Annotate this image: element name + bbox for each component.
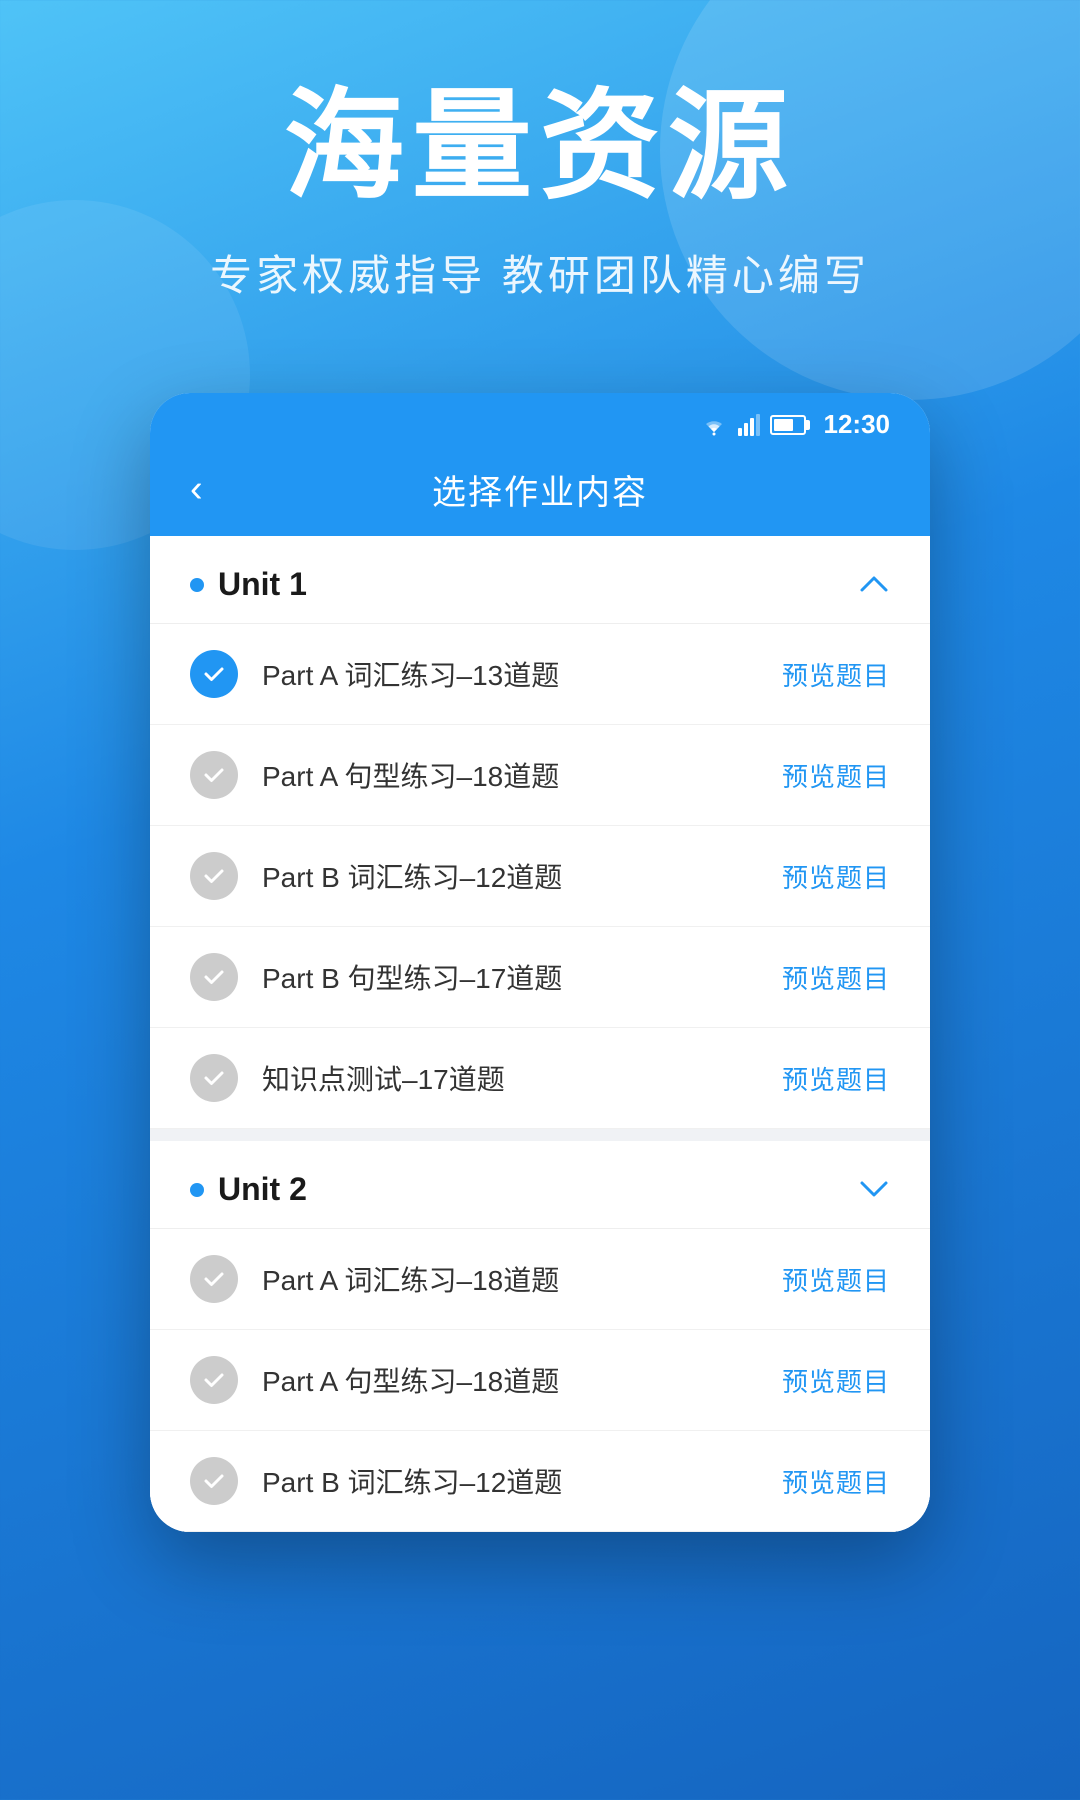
unit2-check-icon-2: [190, 1356, 238, 1404]
unit2-check-icon-1: [190, 1255, 238, 1303]
hero-title: 海量资源: [60, 80, 1020, 212]
unit2-check-icon-3: [190, 1457, 238, 1505]
nav-bar: ‹ 选择作业内容: [150, 450, 930, 536]
check-icon-3: [190, 852, 238, 900]
battery-icon: [770, 415, 806, 435]
wifi-icon: [700, 414, 728, 436]
unit2-item1-name: Part A 词汇练习–18道题: [262, 1259, 758, 1299]
status-time: 12:30: [824, 409, 891, 440]
unit1-item-1[interactable]: Part A 词汇练习–13道题 预览题目: [150, 624, 930, 725]
unit2-item-3[interactable]: Part B 词汇练习–12道题 预览题目: [150, 1431, 930, 1532]
nav-title: 选择作业内容: [432, 465, 648, 514]
content-area: Unit 1 Part A 词汇练习–13道题: [150, 536, 930, 1532]
unit2-item-1[interactable]: Part A 词汇练习–18道题 预览题目: [150, 1229, 930, 1330]
hero-section: 海量资源 专家权威指导 教研团队精心编写: [0, 0, 1080, 353]
unit2-expand-button[interactable]: [858, 1174, 890, 1206]
check-icon-5: [190, 1054, 238, 1102]
unit1-item-4[interactable]: Part B 句型练习–17道题 预览题目: [150, 927, 930, 1028]
unit1-collapse-button[interactable]: [858, 569, 890, 601]
unit2-header: Unit 2: [150, 1129, 930, 1229]
unit1-item3-name: Part B 词汇练习–12道题: [262, 856, 758, 896]
unit2-item1-preview[interactable]: 预览题目: [782, 1261, 890, 1298]
check-icon-2: [190, 751, 238, 799]
unit1-item5-name: 知识点测试–17道题: [262, 1058, 758, 1098]
unit1-item2-name: Part A 句型练习–18道题: [262, 755, 758, 795]
unit1-item4-name: Part B 句型练习–17道题: [262, 957, 758, 997]
unit1-item-3[interactable]: Part B 词汇练习–12道题 预览题目: [150, 826, 930, 927]
unit2-exercise-list: Part A 词汇练习–18道题 预览题目 Part A 句型练习–18道题 预…: [150, 1229, 930, 1532]
unit1-item1-name: Part A 词汇练习–13道题: [262, 654, 758, 694]
unit1-item-2[interactable]: Part A 句型练习–18道题 预览题目: [150, 725, 930, 826]
unit2-item2-name: Part A 句型练习–18道题: [262, 1360, 758, 1400]
hero-subtitle: 专家权威指导 教研团队精心编写: [60, 242, 1020, 303]
unit2-dot: [190, 1183, 204, 1197]
unit1-item4-preview[interactable]: 预览题目: [782, 959, 890, 996]
phone-mockup: 12:30 ‹ 选择作业内容 Unit 1: [150, 393, 930, 1532]
unit2-item3-preview[interactable]: 预览题目: [782, 1463, 890, 1500]
status-icons: [700, 414, 806, 436]
unit1-header: Unit 1: [150, 536, 930, 624]
unit2-item2-preview[interactable]: 预览题目: [782, 1362, 890, 1399]
unit1-label: Unit 1: [190, 566, 307, 603]
unit1-item1-preview[interactable]: 预览题目: [782, 656, 890, 693]
status-bar: 12:30: [150, 393, 930, 450]
unit2-label: Unit 2: [190, 1171, 307, 1208]
unit1-item-5[interactable]: 知识点测试–17道题 预览题目: [150, 1028, 930, 1129]
unit2-item3-name: Part B 词汇练习–12道题: [262, 1461, 758, 1501]
check-icon-1: [190, 650, 238, 698]
back-button[interactable]: ‹: [190, 470, 203, 508]
unit1-item2-preview[interactable]: 预览题目: [782, 757, 890, 794]
unit1-dot: [190, 578, 204, 592]
unit1-item5-preview[interactable]: 预览题目: [782, 1060, 890, 1097]
unit1-item3-preview[interactable]: 预览题目: [782, 858, 890, 895]
phone-frame: 12:30 ‹ 选择作业内容 Unit 1: [150, 393, 930, 1532]
check-icon-4: [190, 953, 238, 1001]
unit1-exercise-list: Part A 词汇练习–13道题 预览题目 Part A 句型练习–18道题 预…: [150, 624, 930, 1129]
signal-icon: [738, 414, 760, 436]
unit2-item-2[interactable]: Part A 句型练习–18道题 预览题目: [150, 1330, 930, 1431]
